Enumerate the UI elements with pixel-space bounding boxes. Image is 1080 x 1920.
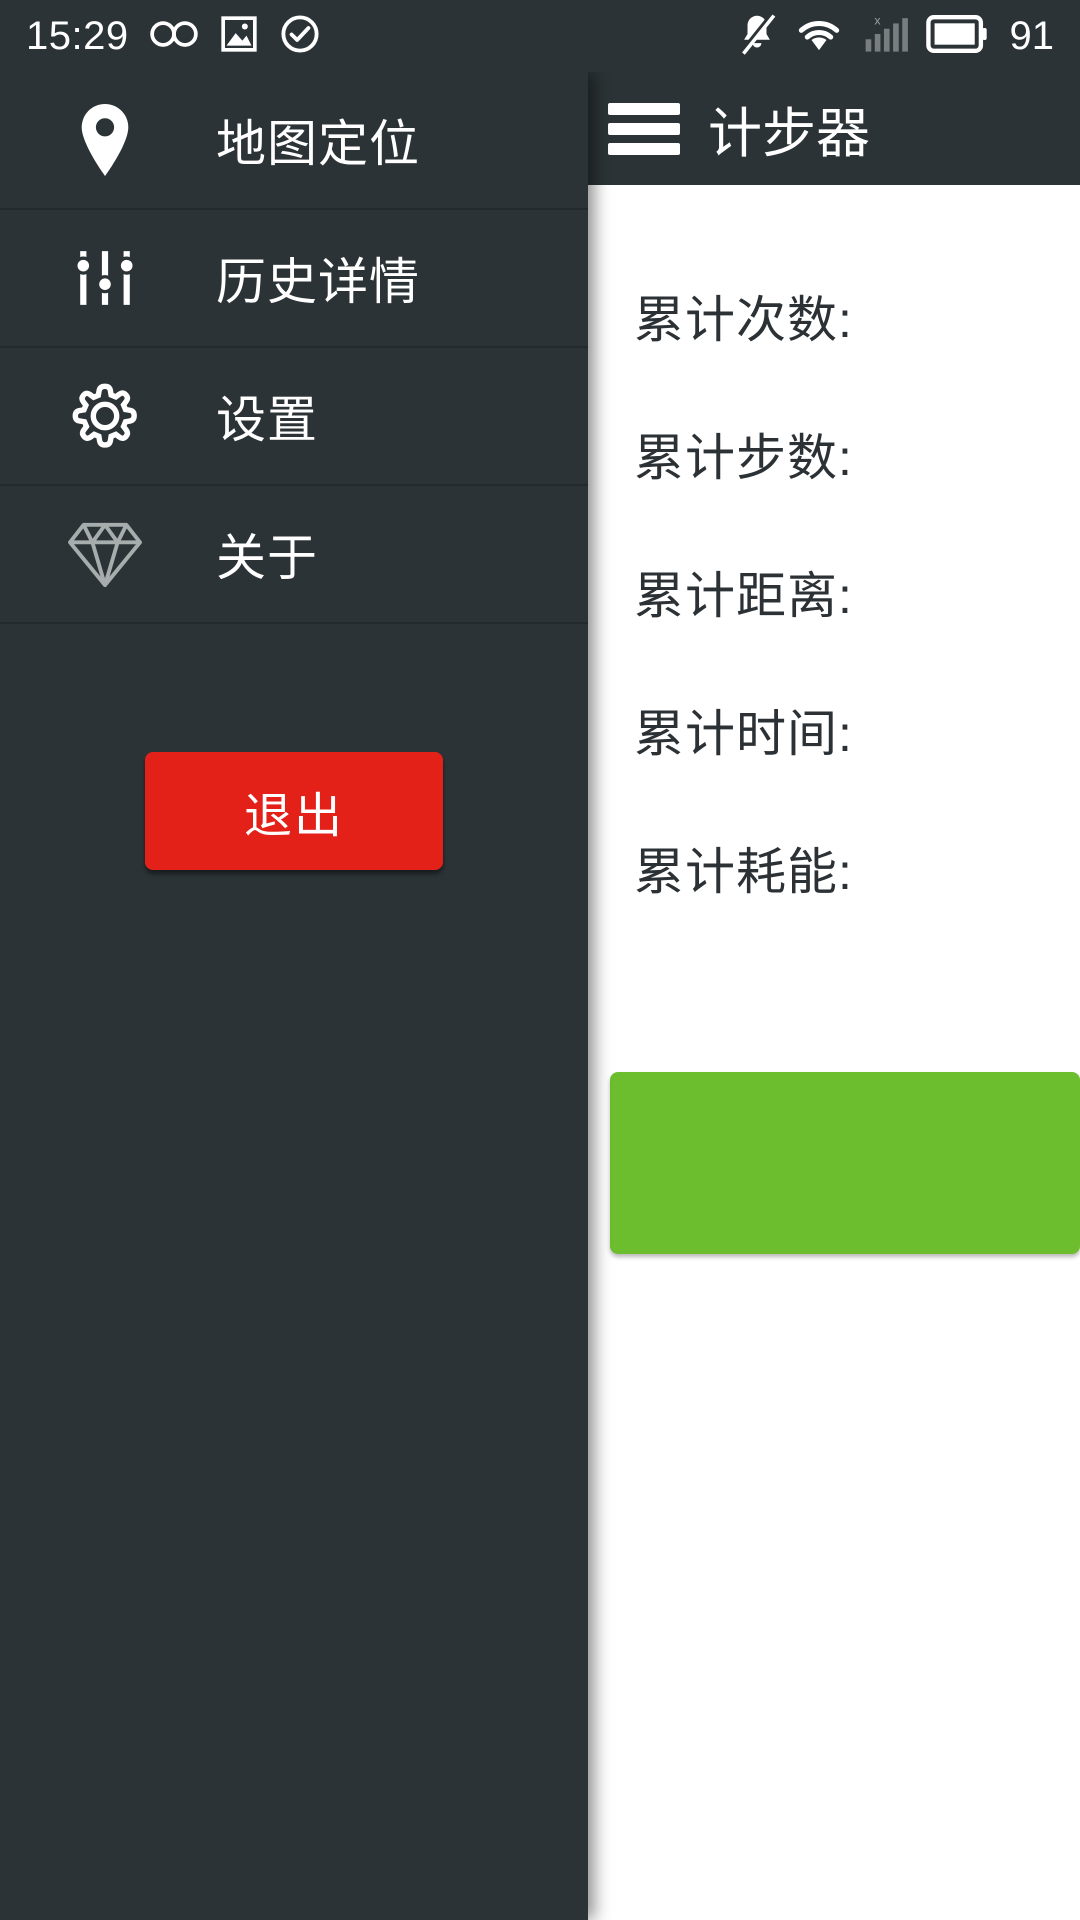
stat-label-distance: 累计距离: [634, 568, 853, 624]
map-pin-icon [62, 97, 148, 183]
signal-bars-no-sim-icon: x [862, 12, 908, 61]
battery-percent-label: 91 [1009, 13, 1055, 58]
drawer-item-settings[interactable]: 设置 [0, 348, 588, 486]
drawer-item-label: 历史详情 [216, 254, 420, 310]
status-clock: 15:29 [26, 13, 129, 58]
drawer-item-label: 地图定位 [216, 116, 420, 172]
drawer-item-about[interactable]: 关于 [0, 486, 588, 624]
start-stop-button[interactable] [610, 1072, 1080, 1254]
status-bar: 15:29 x 91 [0, 0, 1080, 72]
wifi-icon [794, 14, 844, 59]
drawer-item-history-detail[interactable]: 历史详情 [0, 210, 588, 348]
svg-text:x: x [874, 13, 881, 27]
navigation-drawer: 地图定位 历史详情 设置 关于 退出 [0, 72, 588, 1920]
app-title: 计步器 [708, 104, 870, 164]
image-icon [219, 14, 259, 59]
sliders-icon [62, 235, 148, 321]
gear-icon [62, 373, 148, 459]
drawer-item-label: 设置 [216, 392, 318, 448]
drawer-item-label: 关于 [216, 530, 318, 586]
infinity-icon [149, 17, 199, 56]
hamburger-menu-icon[interactable] [608, 102, 680, 155]
status-bar-left: 15:29 [26, 13, 321, 60]
check-circle-icon [279, 13, 321, 60]
stat-label-energy: 累计耗能: [634, 844, 853, 900]
stat-label-count: 累计次数: [634, 292, 853, 348]
battery-icon [925, 14, 988, 58]
drawer-item-map-location[interactable]: 地图定位 [0, 72, 588, 210]
mute-bell-icon [738, 12, 776, 61]
status-bar-right: x 91 [738, 12, 1055, 61]
exit-button-container: 退出 [0, 752, 588, 870]
diamond-icon [62, 511, 148, 597]
stat-label-time: 累计时间: [634, 706, 853, 762]
stat-label-steps: 累计步数: [634, 430, 853, 486]
exit-button[interactable]: 退出 [145, 752, 443, 870]
